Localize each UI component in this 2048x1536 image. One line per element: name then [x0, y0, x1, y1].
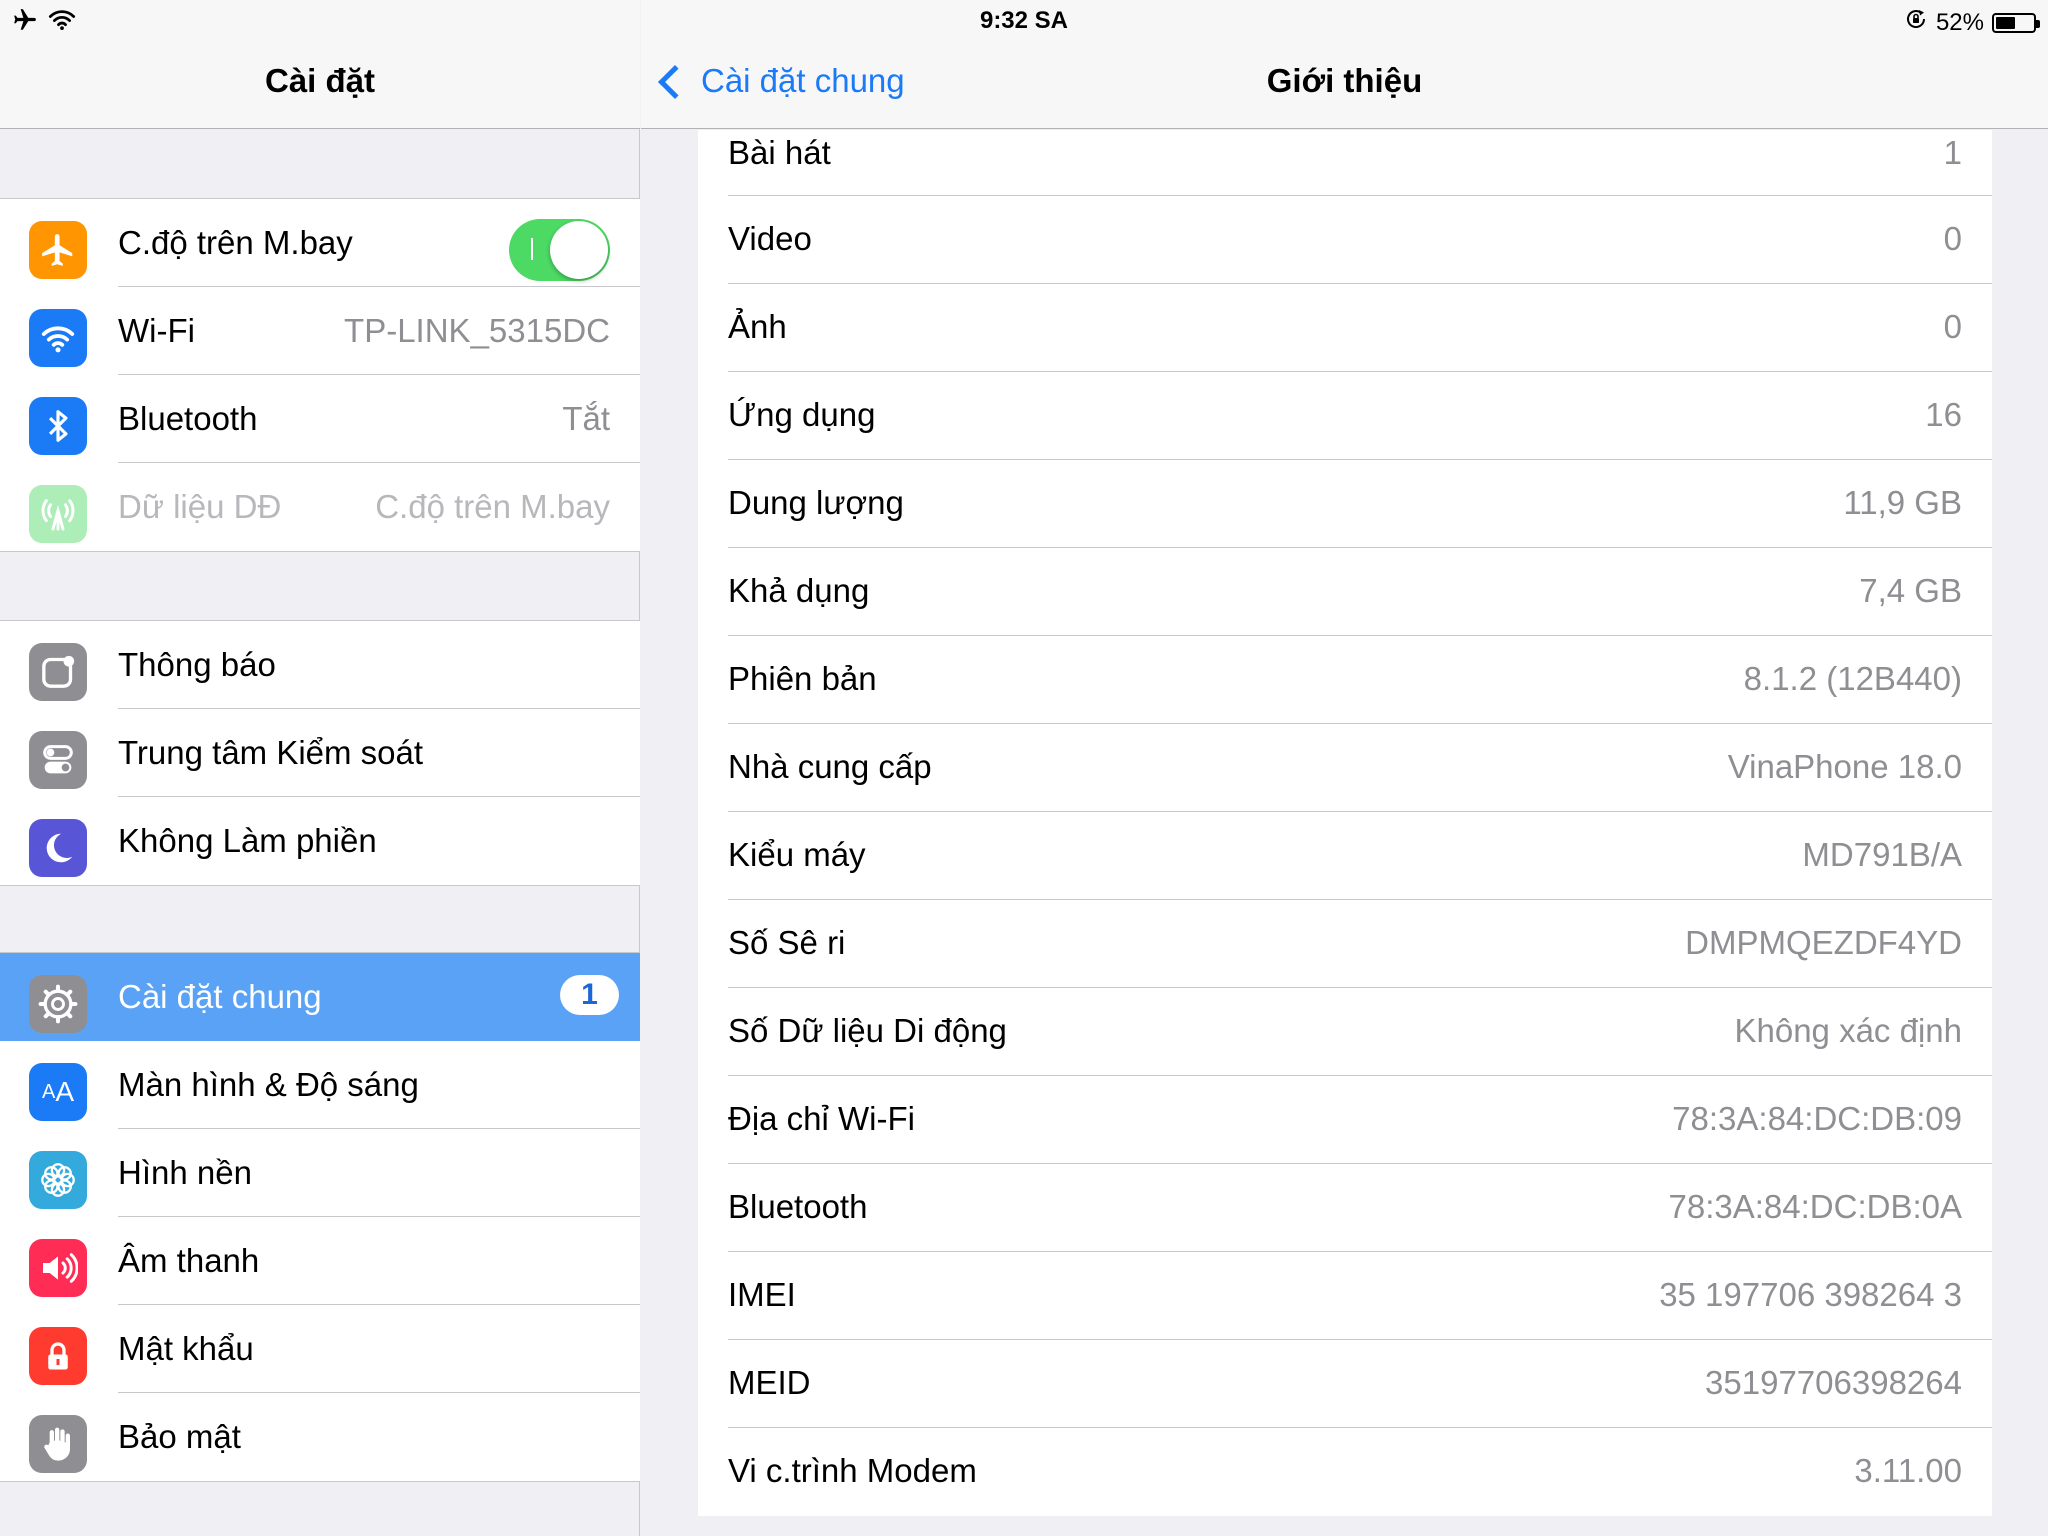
- airplane-icon: [29, 221, 87, 279]
- info-row-songs: Bài hát 1: [698, 130, 1992, 196]
- sidebar-item-do-not-disturb[interactable]: Không Làm phiền: [0, 797, 640, 885]
- info-row-available: Khả dụng 7,4 GB: [698, 548, 1992, 636]
- info-row-carrier[interactable]: Nhà cung cấp VinaPhone 18.0: [698, 724, 1992, 812]
- info-row-modem-firmware: Vi c.trình Modem 3.11.00: [728, 1452, 1962, 1489]
- sidebar-item-bluetooth[interactable]: Bluetooth Tắt: [0, 375, 640, 463]
- page-title: Giới thiệu: [1266, 62, 1423, 99]
- sidebar-item-general[interactable]: Cài đặt chung 1: [0, 953, 640, 1041]
- status-time: 9:32 SA: [979, 7, 1069, 34]
- airplane-mode-toggle[interactable]: [509, 219, 610, 281]
- info-row-serial-number: Số Sê ri DMPMQEZDF4YD: [698, 900, 1992, 988]
- control-center-icon: [29, 731, 87, 789]
- info-row-bluetooth-address: Bluetooth 78:3A:84:DC:DB:0A: [698, 1164, 1992, 1252]
- hand-icon: [29, 1415, 87, 1473]
- sidebar-title: Cài đặt: [264, 62, 376, 99]
- sidebar-item-cellular[interactable]: Dữ liệu DĐ C.độ trên M.bay: [0, 463, 640, 551]
- info-row-photos: Ảnh 0: [698, 284, 1992, 372]
- info-row-wifi-address: Địa chỉ Wi-Fi 78:3A:84:DC:DB:09: [698, 1076, 1992, 1164]
- about-panel: Cài đặt chung Giới thiệu Bài hát 1 Video…: [641, 0, 2048, 1536]
- speaker-icon: [29, 1239, 87, 1297]
- info-row-applications: Ứng dụng 16: [698, 372, 1992, 460]
- settings-group-general: Cài đặt chung 1 AA Màn hình & Độ sáng Hì…: [0, 952, 640, 1482]
- about-info-list: Bài hát 1 Video 0 Ảnh 0 Ứng dụng 16 Dung…: [698, 130, 1992, 1516]
- settings-group-connectivity: C.độ trên M.bay Wi-Fi TP-LINK_5315DC Blu…: [0, 198, 640, 552]
- sidebar-item-notifications[interactable]: Thông báo: [0, 621, 640, 709]
- sidebar-item-control-center[interactable]: Trung tâm Kiểm soát: [0, 709, 640, 797]
- settings-sidebar: Cài đặt C.độ trên M.bay Wi-Fi TP-LINK_53…: [0, 0, 640, 1536]
- sidebar-item-wallpaper[interactable]: Hình nền: [0, 1129, 640, 1217]
- sidebar-item-sounds[interactable]: Âm thanh: [0, 1217, 640, 1305]
- settings-group-system: Thông báo Trung tâm Kiểm soát Không Làm …: [0, 620, 640, 886]
- status-bar: 9:32 SA 52%: [0, 0, 2048, 40]
- info-row-model: Kiểu máy MD791B/A: [698, 812, 1992, 900]
- info-row-imei: IMEI 35 197706 398264 3: [698, 1252, 1992, 1340]
- bluetooth-icon: [29, 397, 87, 455]
- wifi-icon: [29, 309, 87, 367]
- update-badge: 1: [560, 975, 619, 1015]
- ipad-screen: Cài đặt C.độ trên M.bay Wi-Fi TP-LINK_53…: [0, 0, 2048, 1536]
- battery-icon: [1992, 12, 2040, 33]
- info-row-capacity: Dung lượng 11,9 GB: [698, 460, 1992, 548]
- wallpaper-flower-icon: [29, 1151, 87, 1209]
- sidebar-item-passcode[interactable]: Mật khẩu: [0, 1305, 640, 1393]
- lock-icon: [29, 1327, 87, 1385]
- battery-percent: 52%: [1935, 8, 1984, 36]
- notifications-icon: [29, 643, 87, 701]
- moon-icon: [29, 819, 87, 877]
- sidebar-item-airplane-mode[interactable]: C.độ trên M.bay: [0, 199, 640, 287]
- sidebar-item-display-brightness[interactable]: AA Màn hình & Độ sáng: [0, 1041, 640, 1129]
- display-aa-icon: AA: [29, 1063, 87, 1121]
- sidebar-item-privacy[interactable]: Bảo mật: [0, 1393, 640, 1481]
- cellular-icon: [29, 485, 87, 543]
- info-row-version: Phiên bản 8.1.2 (12B440): [698, 636, 1992, 724]
- rotation-lock-icon: [1904, 7, 1928, 38]
- info-row-videos: Video 0: [698, 196, 1992, 284]
- gear-icon: [29, 975, 87, 1033]
- info-row-meid: MEID 35197706398264: [698, 1340, 1992, 1428]
- info-row-cellular-data-number: Số Dữ liệu Di động Không xác định: [698, 988, 1992, 1076]
- sidebar-item-wifi[interactable]: Wi-Fi TP-LINK_5315DC: [0, 287, 640, 375]
